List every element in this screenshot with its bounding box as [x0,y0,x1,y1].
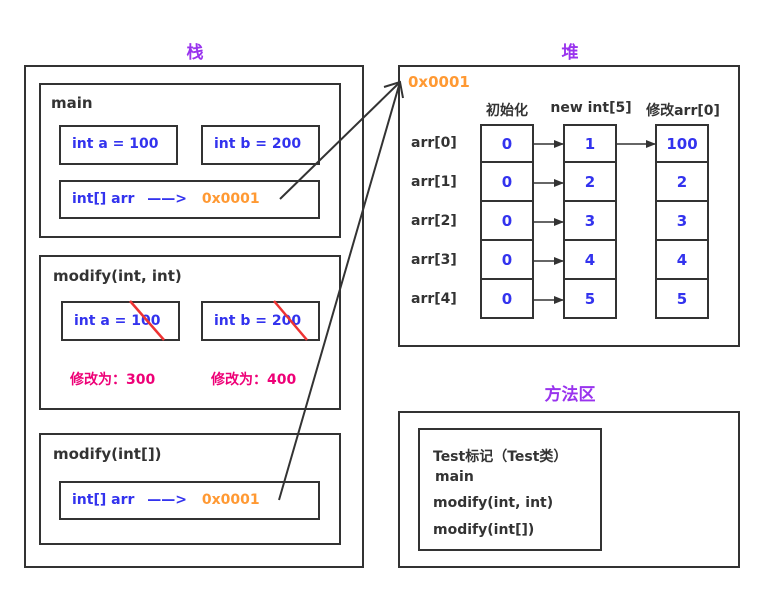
ref-modify-address: 0x0001 [201,492,260,508]
method-line-modify-array: modify(int[]) [433,522,535,538]
heap-cell: 0 [480,163,534,202]
heap-cell: 3 [655,202,709,241]
heap-header-modified: 修改arr[0] [646,103,720,119]
modified-b-note: 修改为：400 [211,372,297,388]
var-a-modify-text: int a = 100 [74,313,161,329]
heap-cell: 2 [563,163,617,202]
heap-row-label: arr[2] [411,213,457,229]
heap-row-label: arr[4] [411,291,457,307]
ref-modify-var: int[] arr [72,492,135,508]
heap-cell: 4 [655,241,709,280]
ref-main-label: int[] arr ——> 0x0001 [72,191,260,207]
ref-main-var: int[] arr [72,191,135,207]
heap-cell: 0 [480,202,534,241]
frame-main-label: main [51,94,93,112]
ref-main-address: 0x0001 [201,191,260,207]
ref-main-arrow: ——> [147,191,187,207]
stack-title: 栈 [186,43,204,63]
ref-modify-label: int[] arr ——> 0x0001 [72,492,260,508]
frame-modify-array-label: modify(int[]) [53,445,162,463]
heap-cell: 2 [655,163,709,202]
method-line-modify-int-int: modify(int, int) [433,495,554,511]
heap-cell: 4 [563,241,617,280]
modified-a-note: 修改为：300 [70,372,156,388]
heap-address: 0x0001 [408,73,470,91]
var-b-text: int b = 200 [214,136,302,152]
heap-cell: 5 [655,280,709,319]
heap-row-label: arr[1] [411,174,457,190]
var-a-text: int a = 100 [72,136,159,152]
heap-cell: 0 [480,280,534,319]
heap-cell: 100 [655,124,709,163]
method-line-main: main [435,469,474,485]
heap-row-label: arr[3] [411,252,457,268]
heap-header-new: new int[5] [550,100,632,116]
heap-cell: 1 [563,124,617,163]
var-b-modify-text: int b = 200 [214,313,302,329]
heap-cell: 0 [480,241,534,280]
heap-cell: 0 [480,124,534,163]
frame-modify-int-int-label: modify(int, int) [53,267,182,285]
heap-header-init: 初始化 [486,103,528,119]
method-line-class: Test标记（Test类） [433,449,568,465]
heap-row-label: arr[0] [411,135,457,151]
heap-cell: 3 [563,202,617,241]
method-area-title: 方法区 [544,385,596,405]
heap-title: 堆 [561,43,579,63]
heap-cell: 5 [563,280,617,319]
ref-modify-arrow: ——> [147,492,187,508]
